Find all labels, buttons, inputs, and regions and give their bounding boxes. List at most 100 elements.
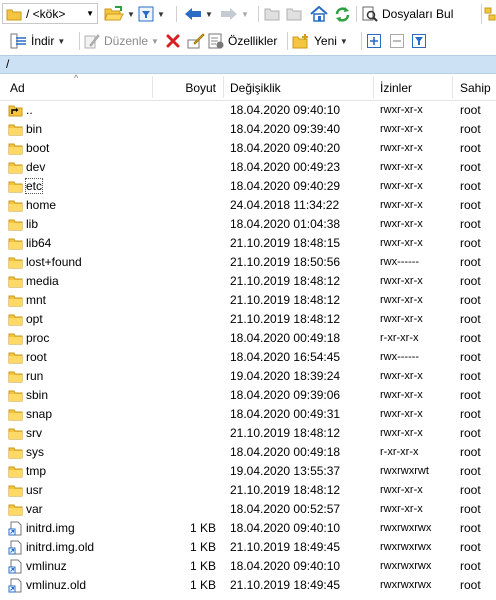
column-divider[interactable] bbox=[373, 76, 374, 98]
chevron-down-icon[interactable]: ▼ bbox=[340, 37, 348, 46]
delete-button[interactable] bbox=[166, 28, 180, 54]
file-permissions: rwxr-xr-x bbox=[380, 180, 423, 192]
chevron-down-icon[interactable]: ▼ bbox=[205, 10, 213, 19]
chevron-down-icon[interactable]: ▼ bbox=[127, 10, 135, 19]
file-owner: root bbox=[460, 521, 481, 535]
file-row[interactable]: run 19.04.2020 18:39:24 rwxr-xr-x root bbox=[0, 367, 496, 386]
refresh-button[interactable] bbox=[334, 0, 351, 28]
file-link-icon bbox=[8, 578, 22, 593]
parent-folder-button[interactable] bbox=[264, 0, 280, 28]
file-modified: 21.10.2019 18:48:12 bbox=[230, 293, 341, 307]
file-permissions: rwxr-xr-x bbox=[380, 294, 423, 306]
filter-icon bbox=[138, 6, 154, 22]
column-divider[interactable] bbox=[223, 76, 224, 98]
tree-toggle-button[interactable] bbox=[484, 0, 496, 28]
edit-label: Düzenle bbox=[104, 34, 149, 48]
filter-select-button[interactable] bbox=[412, 28, 426, 54]
home-button[interactable] bbox=[310, 0, 328, 28]
file-row[interactable]: dev 18.04.2020 00:49:23 rwxr-xr-x root bbox=[0, 158, 496, 177]
file-row[interactable]: mnt 21.10.2019 18:48:12 rwxr-xr-x root bbox=[0, 291, 496, 310]
file-row[interactable]: .. 18.04.2020 09:40:10 rwxr-xr-x root bbox=[0, 101, 496, 120]
chevron-down-icon[interactable]: ▼ bbox=[57, 37, 65, 46]
file-owner: root bbox=[460, 236, 481, 250]
folder-icon bbox=[8, 257, 23, 269]
column-permissions[interactable]: İzinler bbox=[380, 81, 412, 95]
file-row[interactable]: vmlinuz.old 1 KB 21.10.2019 18:49:45 rwxrwx… bbox=[0, 576, 496, 595]
file-permissions: r-xr-xr-x bbox=[380, 332, 419, 344]
select-all-button[interactable] bbox=[367, 28, 381, 54]
column-size[interactable]: Boyut bbox=[185, 81, 216, 95]
column-modified[interactable]: Değişiklik bbox=[230, 81, 281, 95]
arrow-left-icon bbox=[185, 8, 201, 20]
folder-icon bbox=[8, 485, 23, 497]
file-row[interactable]: root 18.04.2020 16:54:45 rwx------ root bbox=[0, 348, 496, 367]
toolbar-separator bbox=[79, 32, 80, 50]
chevron-down-icon[interactable]: ▼ bbox=[157, 10, 165, 19]
file-modified: 18.04.2020 00:52:57 bbox=[230, 502, 341, 516]
file-row[interactable]: bin 18.04.2020 09:39:40 rwxr-xr-x root bbox=[0, 120, 496, 139]
file-name: initrd.img bbox=[26, 521, 75, 535]
find-files-button[interactable]: Dosyaları Bul bbox=[362, 0, 453, 28]
unselect-all-button[interactable] bbox=[390, 28, 404, 54]
open-folder-button[interactable]: ▼ bbox=[104, 0, 135, 28]
file-owner: root bbox=[460, 540, 481, 554]
toolbar-separator bbox=[176, 6, 177, 22]
filter-button[interactable]: ▼ bbox=[138, 0, 165, 28]
file-name: run bbox=[26, 369, 44, 383]
file-row[interactable]: initrd.img.old 1 KB 21.10.2019 18:49:45 rwx… bbox=[0, 538, 496, 557]
file-row[interactable]: sbin 18.04.2020 09:39:06 rwxr-xr-x root bbox=[0, 386, 496, 405]
file-row[interactable]: lib64 21.10.2019 18:48:15 rwxr-xr-x root bbox=[0, 234, 496, 253]
root-folder-button[interactable] bbox=[286, 0, 302, 28]
download-button[interactable]: İndir ▼ bbox=[10, 28, 65, 54]
forward-button[interactable]: ▼ bbox=[220, 0, 249, 28]
file-row[interactable]: vmlinuz 1 KB 18.04.2020 09:40:10 rwxrwxrwx r… bbox=[0, 557, 496, 576]
column-name[interactable]: Ad bbox=[10, 81, 25, 95]
address-bar[interactable]: / bbox=[0, 55, 496, 74]
rename-button[interactable] bbox=[187, 28, 205, 54]
file-row[interactable]: media 21.10.2019 18:48:12 rwxr-xr-x root bbox=[0, 272, 496, 291]
new-button[interactable]: Yeni ▼ bbox=[292, 28, 348, 54]
file-row[interactable]: initrd.img 1 KB 18.04.2020 09:40:10 rwxrwxr… bbox=[0, 519, 496, 538]
file-row[interactable]: srv 21.10.2019 18:48:12 rwxr-xr-x root bbox=[0, 424, 496, 443]
file-row[interactable]: var 18.04.2020 00:52:57 rwxr-xr-x root bbox=[0, 500, 496, 519]
path-combo[interactable]: / <kök> ▼ bbox=[2, 3, 98, 24]
folder-icon bbox=[8, 200, 23, 212]
back-button[interactable]: ▼ bbox=[184, 0, 213, 28]
find-files-label: Dosyaları Bul bbox=[382, 7, 454, 21]
file-name: bin bbox=[26, 122, 43, 136]
root-folder-icon bbox=[286, 8, 302, 21]
file-row[interactable]: proc 18.04.2020 00:49:18 r-xr-xr-x root bbox=[0, 329, 496, 348]
file-row[interactable]: snap 18.04.2020 00:49:31 rwxr-xr-x root bbox=[0, 405, 496, 424]
column-divider[interactable] bbox=[152, 76, 153, 98]
file-size: 1 KB bbox=[189, 521, 216, 535]
file-row[interactable]: lost+found 21.10.2019 18:50:56 rwx------ ro… bbox=[0, 253, 496, 272]
file-row[interactable]: opt 21.10.2019 18:48:12 rwxr-xr-x root bbox=[0, 310, 496, 329]
chevron-down-icon[interactable]: ▼ bbox=[151, 37, 159, 46]
file-row[interactable]: lib 18.04.2020 01:04:38 rwxr-xr-x root bbox=[0, 215, 496, 234]
file-row[interactable]: usr 21.10.2019 18:48:12 rwxr-xr-x root bbox=[0, 481, 496, 500]
chevron-down-icon[interactable]: ▼ bbox=[86, 9, 94, 18]
chevron-down-icon[interactable]: ▼ bbox=[241, 10, 249, 19]
column-divider[interactable] bbox=[452, 76, 453, 98]
folder-icon bbox=[8, 162, 23, 174]
edit-button[interactable]: Düzenle ▼ bbox=[84, 28, 159, 54]
file-row[interactable]: boot 18.04.2020 09:40:20 rwxr-xr-x root bbox=[0, 139, 496, 158]
file-name: usr bbox=[26, 483, 43, 497]
file-name: lib64 bbox=[26, 236, 52, 250]
column-owner[interactable]: Sahip bbox=[460, 81, 491, 95]
file-row[interactable]: etc 18.04.2020 09:40:29 rwxr-xr-x root bbox=[0, 177, 496, 196]
folder-icon bbox=[8, 219, 23, 231]
folder-icon bbox=[8, 447, 23, 459]
properties-button[interactable]: Özellikler bbox=[208, 28, 277, 54]
file-owner: root bbox=[460, 217, 481, 231]
file-row[interactable]: tmp 19.04.2020 13:55:37 rwxrwxrwt root bbox=[0, 462, 496, 481]
new-folder-icon bbox=[292, 34, 308, 49]
toolbar-separator bbox=[356, 6, 357, 22]
file-row[interactable]: sys 18.04.2020 00:49:18 r-xr-xr-x root bbox=[0, 443, 496, 462]
rename-icon bbox=[187, 33, 205, 49]
file-permissions: rwxr-xr-x bbox=[380, 104, 423, 116]
file-permissions: rwxr-xr-x bbox=[380, 389, 423, 401]
file-owner: root bbox=[460, 483, 481, 497]
file-row[interactable]: home 24.04.2018 11:34:22 rwxr-xr-x root bbox=[0, 196, 496, 215]
file-owner: root bbox=[460, 141, 481, 155]
